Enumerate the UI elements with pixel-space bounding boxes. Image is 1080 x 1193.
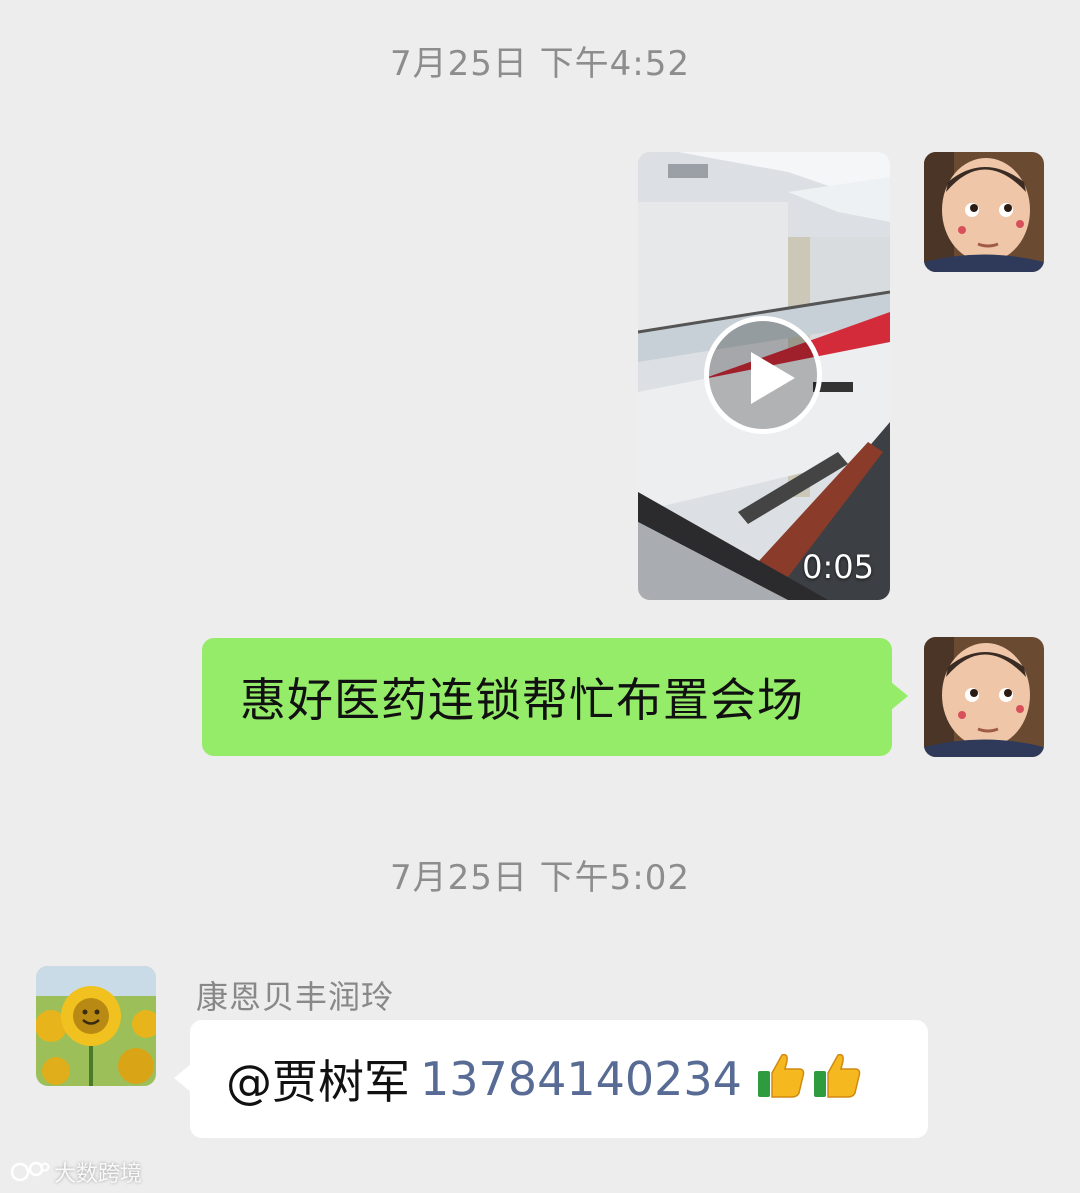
sender-name: 康恩贝丰润玲	[196, 978, 395, 1016]
video-message[interactable]: 0:05	[638, 152, 890, 600]
mention-text[interactable]: @贾树军	[226, 1046, 410, 1112]
boy-face-icon	[924, 152, 1044, 272]
sunflower-icon	[36, 966, 156, 1086]
chat-screen: 7月25日 下午4:52 0:05 惠好医药连锁帮忙布置会场 7月25日 下午5…	[0, 0, 1080, 1193]
avatar[interactable]	[924, 637, 1044, 757]
message-bubble-self[interactable]: 惠好医药连锁帮忙布置会场	[202, 638, 908, 756]
play-icon[interactable]	[704, 316, 822, 434]
video-duration: 0:05	[802, 548, 874, 586]
watermark: 大数跨境	[10, 1156, 142, 1188]
avatar[interactable]	[924, 152, 1044, 272]
thumbs-up-icon	[756, 1049, 806, 1110]
message-bubble-other[interactable]: @贾树军 13784140234	[174, 1020, 928, 1138]
boy-face-icon	[924, 637, 1044, 757]
phone-number-link[interactable]: 13784140234	[420, 1052, 742, 1106]
avatar[interactable]	[36, 966, 156, 1086]
timestamp: 7月25日 下午5:02	[389, 858, 691, 898]
watermark-logo-icon	[10, 1161, 50, 1182]
watermark-text: 大数跨境	[54, 1162, 143, 1187]
timestamp: 7月25日 下午4:52	[389, 44, 691, 84]
thumbs-up-icon	[812, 1049, 862, 1110]
